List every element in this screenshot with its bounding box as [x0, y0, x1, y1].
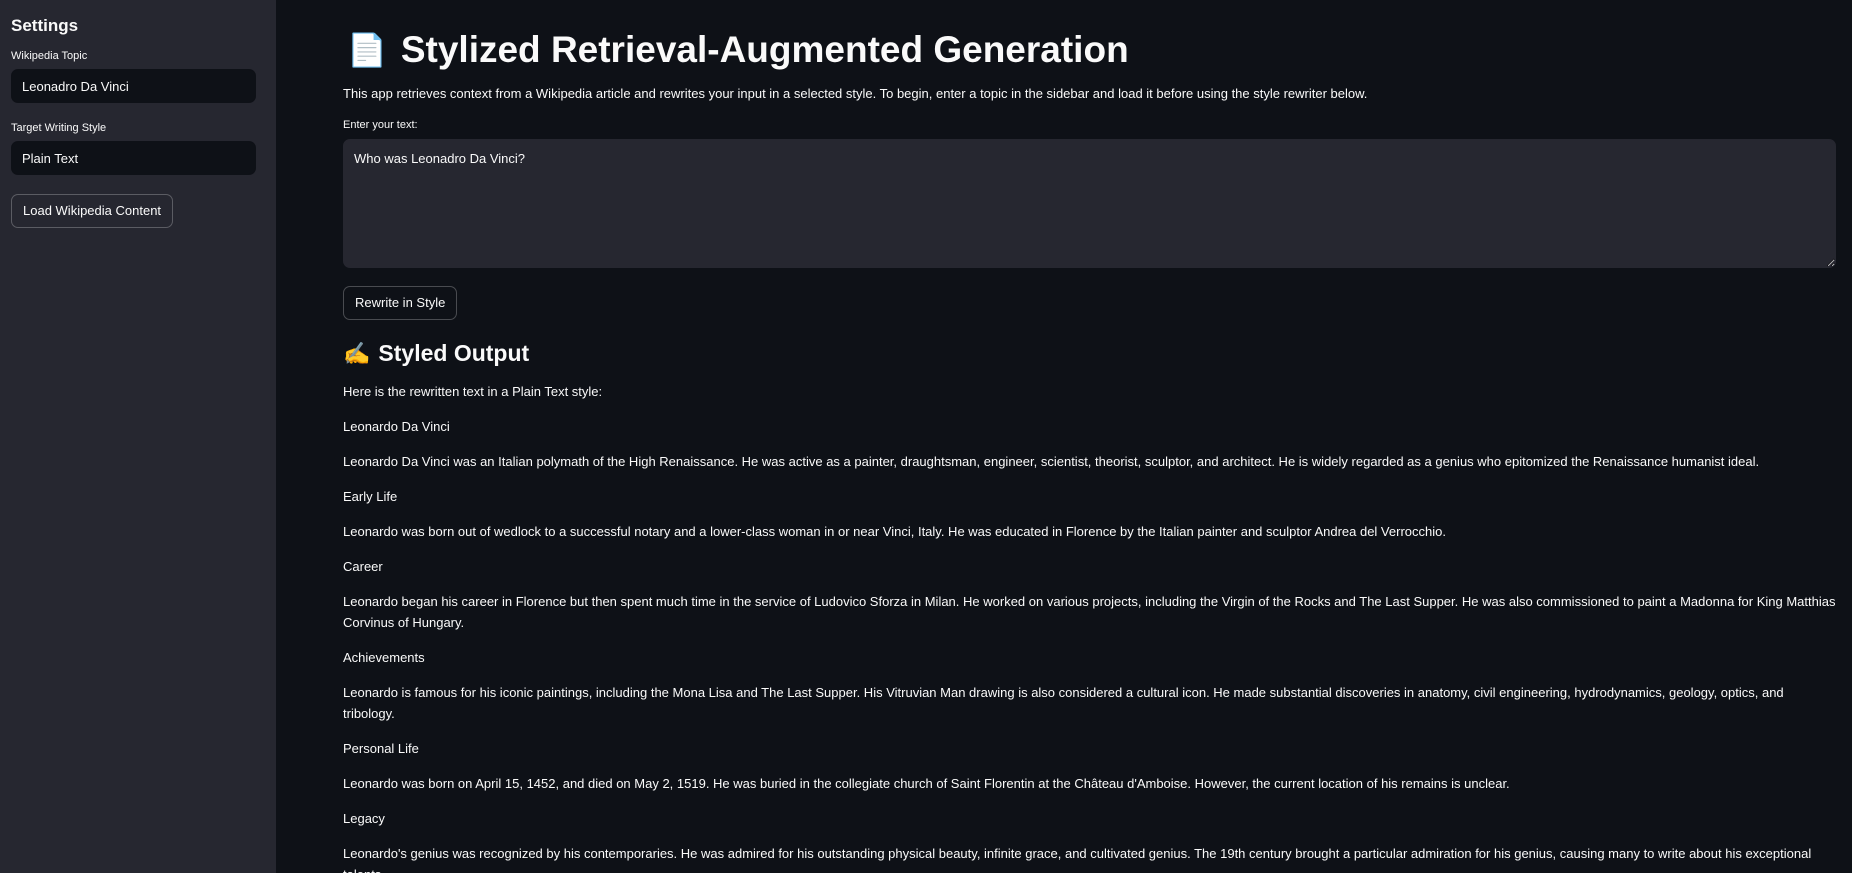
output-paragraph: Leonardo was born out of wedlock to a su…: [343, 524, 1446, 539]
output-title-text: Styled Output: [378, 340, 530, 366]
output-container: Here is the rewritten text in a Plain Te…: [343, 381, 1836, 873]
app-root: Settings Wikipedia Topic Target Writing …: [0, 0, 1852, 873]
output-paragraph: Leonardo began his career in Florence bu…: [343, 594, 1836, 630]
output-paragraph: Leonardo is famous for his iconic painti…: [343, 685, 1784, 721]
main-content: 📄 Stylized Retrieval-Augmented Generatio…: [276, 0, 1852, 873]
style-input[interactable]: [11, 141, 256, 175]
output-paragraph: Leonardo was born on April 15, 1452, and…: [343, 776, 1510, 791]
page-title: 📄 Stylized Retrieval-Augmented Generatio…: [347, 26, 1836, 74]
sidebar-title: Settings: [11, 16, 79, 35]
output-paragraph: Leonardo Da Vinci was an Italian polymat…: [343, 454, 1760, 469]
text-input-area[interactable]: [343, 139, 1836, 268]
load-wikipedia-button[interactable]: Load Wikipedia Content: [11, 194, 174, 228]
output-paragraph: Leonardo's genius was recognized by his …: [343, 846, 1812, 873]
input-label: Enter your text:: [343, 119, 418, 131]
writing-hand-icon: ✍️: [343, 340, 371, 366]
style-label: Target Writing Style: [11, 122, 107, 134]
page-title-text: Stylized Retrieval-Augmented Generation: [400, 29, 1129, 70]
output-paragraph: Career: [343, 559, 383, 574]
rewrite-button[interactable]: Rewrite in Style: [343, 286, 458, 320]
sidebar: Settings Wikipedia Topic Target Writing …: [0, 0, 276, 873]
output-paragraph: Here is the rewritten text in a Plain Te…: [343, 384, 603, 399]
document-icon: 📄: [347, 32, 387, 68]
intro-text: This app retrieves context from a Wikipe…: [343, 86, 1368, 101]
output-title: ✍️ Styled Output: [343, 340, 1836, 367]
topic-label: Wikipedia Topic: [11, 50, 88, 62]
topic-input[interactable]: [11, 69, 256, 103]
output-paragraph: Leonardo Da Vinci: [343, 419, 450, 434]
output-paragraph: Legacy: [343, 811, 385, 826]
output-paragraph: Achievements: [343, 650, 425, 665]
output-paragraph: Personal Life: [343, 741, 419, 756]
output-paragraph: Early Life: [343, 489, 398, 504]
